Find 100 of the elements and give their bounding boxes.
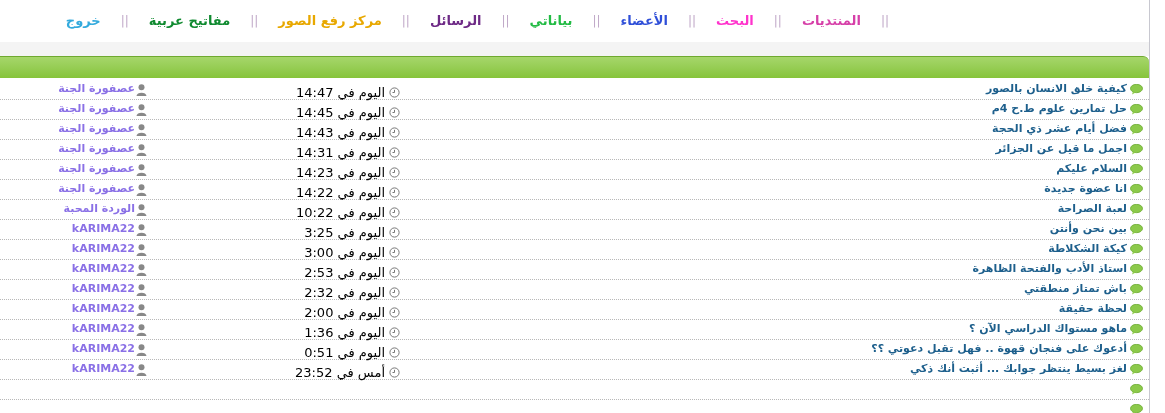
speech-bubble-icon bbox=[1129, 224, 1143, 235]
clock-icon bbox=[389, 227, 400, 238]
user-icon bbox=[136, 223, 147, 236]
separator: || bbox=[401, 13, 410, 30]
post-time: اليوم في 3:00 bbox=[304, 243, 385, 263]
speech-bubble-icon bbox=[1129, 144, 1143, 155]
speech-bubble-icon bbox=[1129, 264, 1143, 275]
user-icon bbox=[136, 303, 147, 316]
user-icon bbox=[136, 103, 147, 116]
post-time: اليوم في 14:23 bbox=[295, 163, 385, 183]
user-icon bbox=[136, 163, 147, 176]
separator: || bbox=[501, 13, 510, 30]
nav-link[interactable]: خروج bbox=[53, 11, 113, 31]
user-icon bbox=[136, 243, 147, 256]
user-icon bbox=[136, 183, 147, 196]
topic-link[interactable]: باش تمتاز منطقتي bbox=[1023, 281, 1127, 298]
nav-link[interactable]: البحث bbox=[704, 11, 766, 31]
post-time: اليوم في 10:22 bbox=[295, 203, 385, 223]
clock-icon bbox=[389, 107, 400, 118]
clock-icon bbox=[389, 327, 400, 338]
speech-bubble-icon bbox=[1129, 84, 1143, 95]
author-link[interactable]: عصفورة الجنة bbox=[58, 101, 135, 118]
speech-bubble-icon bbox=[1129, 104, 1143, 115]
speech-bubble-icon bbox=[1129, 204, 1143, 215]
user-icon bbox=[136, 83, 147, 96]
separator: || bbox=[250, 13, 259, 30]
user-icon bbox=[136, 363, 147, 376]
nav-link[interactable]: الأعضاء bbox=[608, 11, 680, 31]
topic-link[interactable]: أدعوك على فنجان قهوة .. فهل تقبل دعوتي ؟؟ bbox=[871, 341, 1127, 358]
post-time: اليوم في 2:32 bbox=[304, 283, 385, 303]
topic-link[interactable]: انا عضوة جديدة bbox=[1044, 181, 1127, 198]
author-link[interactable]: عصفورة الجنة bbox=[58, 161, 135, 178]
topic-link[interactable]: ماهو مستواك الدراسي الآن ؟ bbox=[968, 321, 1127, 338]
speech-bubble-icon bbox=[1129, 344, 1143, 355]
author-link[interactable]: kARIMA22 bbox=[71, 261, 135, 278]
user-icon bbox=[136, 323, 147, 336]
speech-bubble-icon bbox=[1129, 164, 1143, 175]
user-icon bbox=[136, 203, 147, 216]
topic-link[interactable]: فضل أيام عشر ذي الحجة bbox=[992, 121, 1127, 138]
nav-link[interactable]: المنتديات bbox=[789, 11, 873, 31]
speech-bubble-icon bbox=[1129, 324, 1143, 335]
author-link[interactable]: kARIMA22 bbox=[71, 241, 135, 258]
speech-bubble-icon bbox=[1129, 404, 1143, 413]
separator: || bbox=[880, 13, 889, 30]
separator: || bbox=[592, 13, 601, 30]
clock-icon bbox=[389, 187, 400, 198]
user-icon bbox=[136, 143, 147, 156]
author-link[interactable]: عصفورة الجنة bbox=[58, 121, 135, 138]
topic-link[interactable]: كيفية خلق الانسان بالصور bbox=[985, 81, 1127, 98]
speech-bubble-icon bbox=[1129, 384, 1143, 395]
clock-icon bbox=[389, 87, 400, 98]
author-link[interactable]: عصفورة الجنة bbox=[58, 141, 135, 158]
speech-bubble-icon bbox=[1129, 184, 1143, 195]
author-link[interactable]: kARIMA22 bbox=[71, 361, 135, 378]
author-link[interactable]: kARIMA22 bbox=[71, 321, 135, 338]
topic-link[interactable]: لغز بسيط ينتظر جوابك ... أثبت أنك ذكي bbox=[909, 361, 1127, 378]
author-link[interactable]: عصفورة الجنة bbox=[58, 181, 135, 198]
user-icon bbox=[136, 283, 147, 296]
post-time: اليوم في 14:47 bbox=[295, 83, 385, 103]
topic-link[interactable]: بين نحن وأنتن bbox=[1049, 221, 1127, 238]
nav-link[interactable]: مفاتيح عربية bbox=[136, 11, 243, 31]
post-time: اليوم في 2:00 bbox=[304, 303, 385, 323]
nav-link[interactable]: بياناتي bbox=[517, 11, 585, 31]
post-time: اليوم في 14:22 bbox=[295, 183, 385, 203]
author-link[interactable]: kARIMA22 bbox=[71, 221, 135, 238]
clock-icon bbox=[389, 247, 400, 258]
topic-link[interactable]: اجمل ما قيل عن الجزائر bbox=[995, 141, 1127, 158]
post-time: اليوم في 1:36 bbox=[304, 323, 385, 343]
topic-link[interactable]: استاذ الأدب والفتحة الظاهرة bbox=[972, 261, 1127, 278]
post-time: اليوم في 14:43 bbox=[295, 123, 385, 143]
author-link[interactable]: الوردة المحبة bbox=[63, 201, 135, 218]
author-link[interactable]: kARIMA22 bbox=[71, 341, 135, 358]
clock-icon bbox=[389, 167, 400, 178]
topic-link[interactable]: لعبة الصراحة bbox=[1057, 201, 1127, 218]
author-link[interactable]: عصفورة الجنة bbox=[58, 81, 135, 98]
clock-icon bbox=[389, 287, 400, 298]
post-time: أمس في 23:52 bbox=[295, 363, 385, 383]
clock-icon bbox=[389, 307, 400, 318]
speech-bubble-icon bbox=[1129, 244, 1143, 255]
clock-icon bbox=[389, 127, 400, 138]
author-link[interactable]: kARIMA22 bbox=[71, 301, 135, 318]
user-icon bbox=[136, 343, 147, 356]
nav-link[interactable]: الرسائل bbox=[417, 11, 494, 31]
user-icon bbox=[136, 263, 147, 276]
separator: || bbox=[773, 13, 782, 30]
post-time: اليوم في 0:51 bbox=[304, 343, 385, 363]
speech-bubble-icon bbox=[1129, 364, 1143, 375]
post-time: اليوم في 14:31 bbox=[295, 143, 385, 163]
topic-link[interactable]: حل تمارين علوم ط.ح 4م bbox=[991, 101, 1127, 118]
nav-link[interactable]: مركز رفع الصور bbox=[266, 11, 394, 31]
clock-icon bbox=[389, 267, 400, 278]
speech-bubble-icon bbox=[1129, 304, 1143, 315]
user-icon bbox=[136, 123, 147, 136]
post-time: اليوم في 2:53 bbox=[304, 263, 385, 283]
separator: || bbox=[120, 13, 129, 30]
author-link[interactable]: kARIMA22 bbox=[71, 281, 135, 298]
topic-link[interactable]: كيكة الشكلاطة bbox=[1048, 241, 1127, 258]
topic-link[interactable]: لحظة حقيقة bbox=[1058, 301, 1127, 318]
clock-icon bbox=[389, 347, 400, 358]
topic-link[interactable]: السلام عليكم bbox=[1056, 161, 1127, 178]
